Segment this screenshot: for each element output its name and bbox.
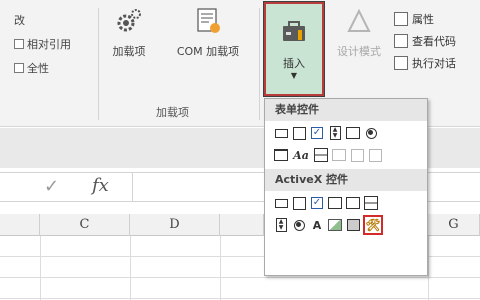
relative-ref-item[interactable]: 相对引用 — [14, 36, 71, 52]
record-macro-item[interactable]: 改 — [14, 12, 25, 28]
run-dialog-icon — [394, 56, 408, 70]
ribbon-left-group: 改 相对引用 全性 — [0, 0, 98, 126]
form-listbox-icon[interactable] — [345, 125, 361, 141]
row-line — [0, 277, 480, 278]
insert-controls-dropdown: 表单控件 ✓ ▲ ▼ Aa ActiveX 控件 ✓ ▲ ▼ A 🛠 — [264, 98, 428, 276]
form-button-icon[interactable] — [273, 125, 289, 141]
activex-image-icon[interactable] — [327, 217, 343, 233]
com-addins-icon — [197, 8, 220, 33]
insert-function-icon[interactable]: fx — [92, 175, 109, 196]
macro-security-item[interactable]: 全性 — [14, 60, 49, 76]
addins-label: 加载项 — [112, 45, 146, 58]
divider — [98, 8, 99, 120]
activex-checkbox-icon[interactable]: ✓ — [309, 195, 325, 211]
activex-spin-icon[interactable]: ▲ ▼ — [273, 217, 289, 233]
form-label-icon[interactable]: Aa — [291, 147, 311, 163]
form-scrollbar-icon[interactable] — [313, 147, 329, 163]
form-groupbox-icon[interactable] — [273, 147, 289, 163]
form-combo-dropdown-icon — [367, 147, 383, 163]
enter-check-icon[interactable]: ✓ — [44, 176, 59, 197]
activex-scrollbar-icon[interactable] — [363, 195, 379, 211]
run-dialog-label: 执行对话 — [412, 57, 456, 70]
column-header-b[interactable] — [0, 214, 40, 236]
addins-button[interactable]: 加载项 — [104, 6, 154, 59]
form-combo-list-icon — [349, 147, 365, 163]
macro-security-label: 全性 — [27, 62, 49, 75]
view-code-button[interactable]: 查看代码 — [394, 30, 456, 52]
view-code-icon — [394, 34, 408, 48]
col-line — [40, 236, 41, 300]
col-line — [220, 236, 221, 300]
column-header-c[interactable]: C — [40, 214, 130, 236]
com-addins-label: COM 加载项 — [176, 45, 240, 58]
addins-group-label: 加载项 — [156, 106, 189, 119]
view-code-label: 查看代码 — [412, 35, 456, 48]
form-checkbox-icon[interactable]: ✓ — [309, 125, 325, 141]
form-combobox-icon[interactable] — [291, 125, 307, 141]
properties-button[interactable]: 属性 — [394, 8, 456, 30]
insert-label: 插入 — [283, 57, 305, 70]
formula-controls: ✓ fx — [0, 173, 132, 201]
activex-label-icon[interactable]: A — [309, 217, 325, 233]
design-mode-label: 设计模式 — [337, 45, 381, 58]
controls-group-right: 属性 查看代码 执行对话 — [394, 8, 456, 74]
relative-ref-label: 相对引用 — [27, 38, 71, 51]
activex-listbox-icon[interactable] — [327, 195, 343, 211]
form-radio-icon[interactable] — [363, 125, 379, 141]
activex-option-icon[interactable] — [291, 217, 307, 233]
column-header-g[interactable]: G — [428, 214, 480, 236]
form-controls-header: 表单控件 — [265, 99, 427, 121]
activex-textbox-icon[interactable] — [345, 195, 361, 211]
design-mode-icon — [347, 8, 371, 32]
activex-toggle-icon[interactable] — [345, 217, 361, 233]
col-line — [130, 236, 131, 300]
form-textfield-icon — [331, 147, 347, 163]
activex-controls-header: ActiveX 控件 — [265, 169, 427, 191]
design-mode-button[interactable]: 设计模式 — [328, 6, 390, 59]
com-addins-button[interactable]: COM 加载项 — [160, 6, 256, 59]
run-dialog-button[interactable]: 执行对话 — [394, 52, 456, 74]
form-controls-row-1: ✓ ▲ ▼ — [265, 123, 427, 143]
relative-ref-icon — [14, 39, 24, 49]
divider — [259, 8, 260, 120]
form-spinner-icon[interactable]: ▲ ▼ — [327, 125, 343, 141]
form-controls-row-2: Aa — [265, 145, 427, 165]
activex-button-icon[interactable] — [273, 195, 289, 211]
properties-icon — [394, 12, 408, 26]
toolbox-icon — [283, 21, 305, 41]
column-header-d[interactable]: D — [130, 214, 220, 236]
activex-controls-row-1: ✓ — [265, 193, 427, 213]
activex-combobox-icon[interactable] — [291, 195, 307, 211]
properties-label: 属性 — [412, 13, 434, 26]
warning-icon — [14, 63, 24, 73]
more-controls-icon[interactable]: 🛠 — [363, 215, 383, 235]
insert-controls-button[interactable]: 插入 ▼ — [263, 1, 325, 97]
record-macro-label: 改 — [14, 14, 25, 27]
row-line — [0, 298, 480, 299]
column-header-e[interactable] — [220, 214, 264, 236]
gear-icon — [117, 9, 141, 32]
col-line — [428, 236, 429, 300]
chevron-down-icon: ▼ — [290, 71, 298, 80]
activex-controls-row-2: ▲ ▼ A 🛠 — [265, 215, 427, 235]
